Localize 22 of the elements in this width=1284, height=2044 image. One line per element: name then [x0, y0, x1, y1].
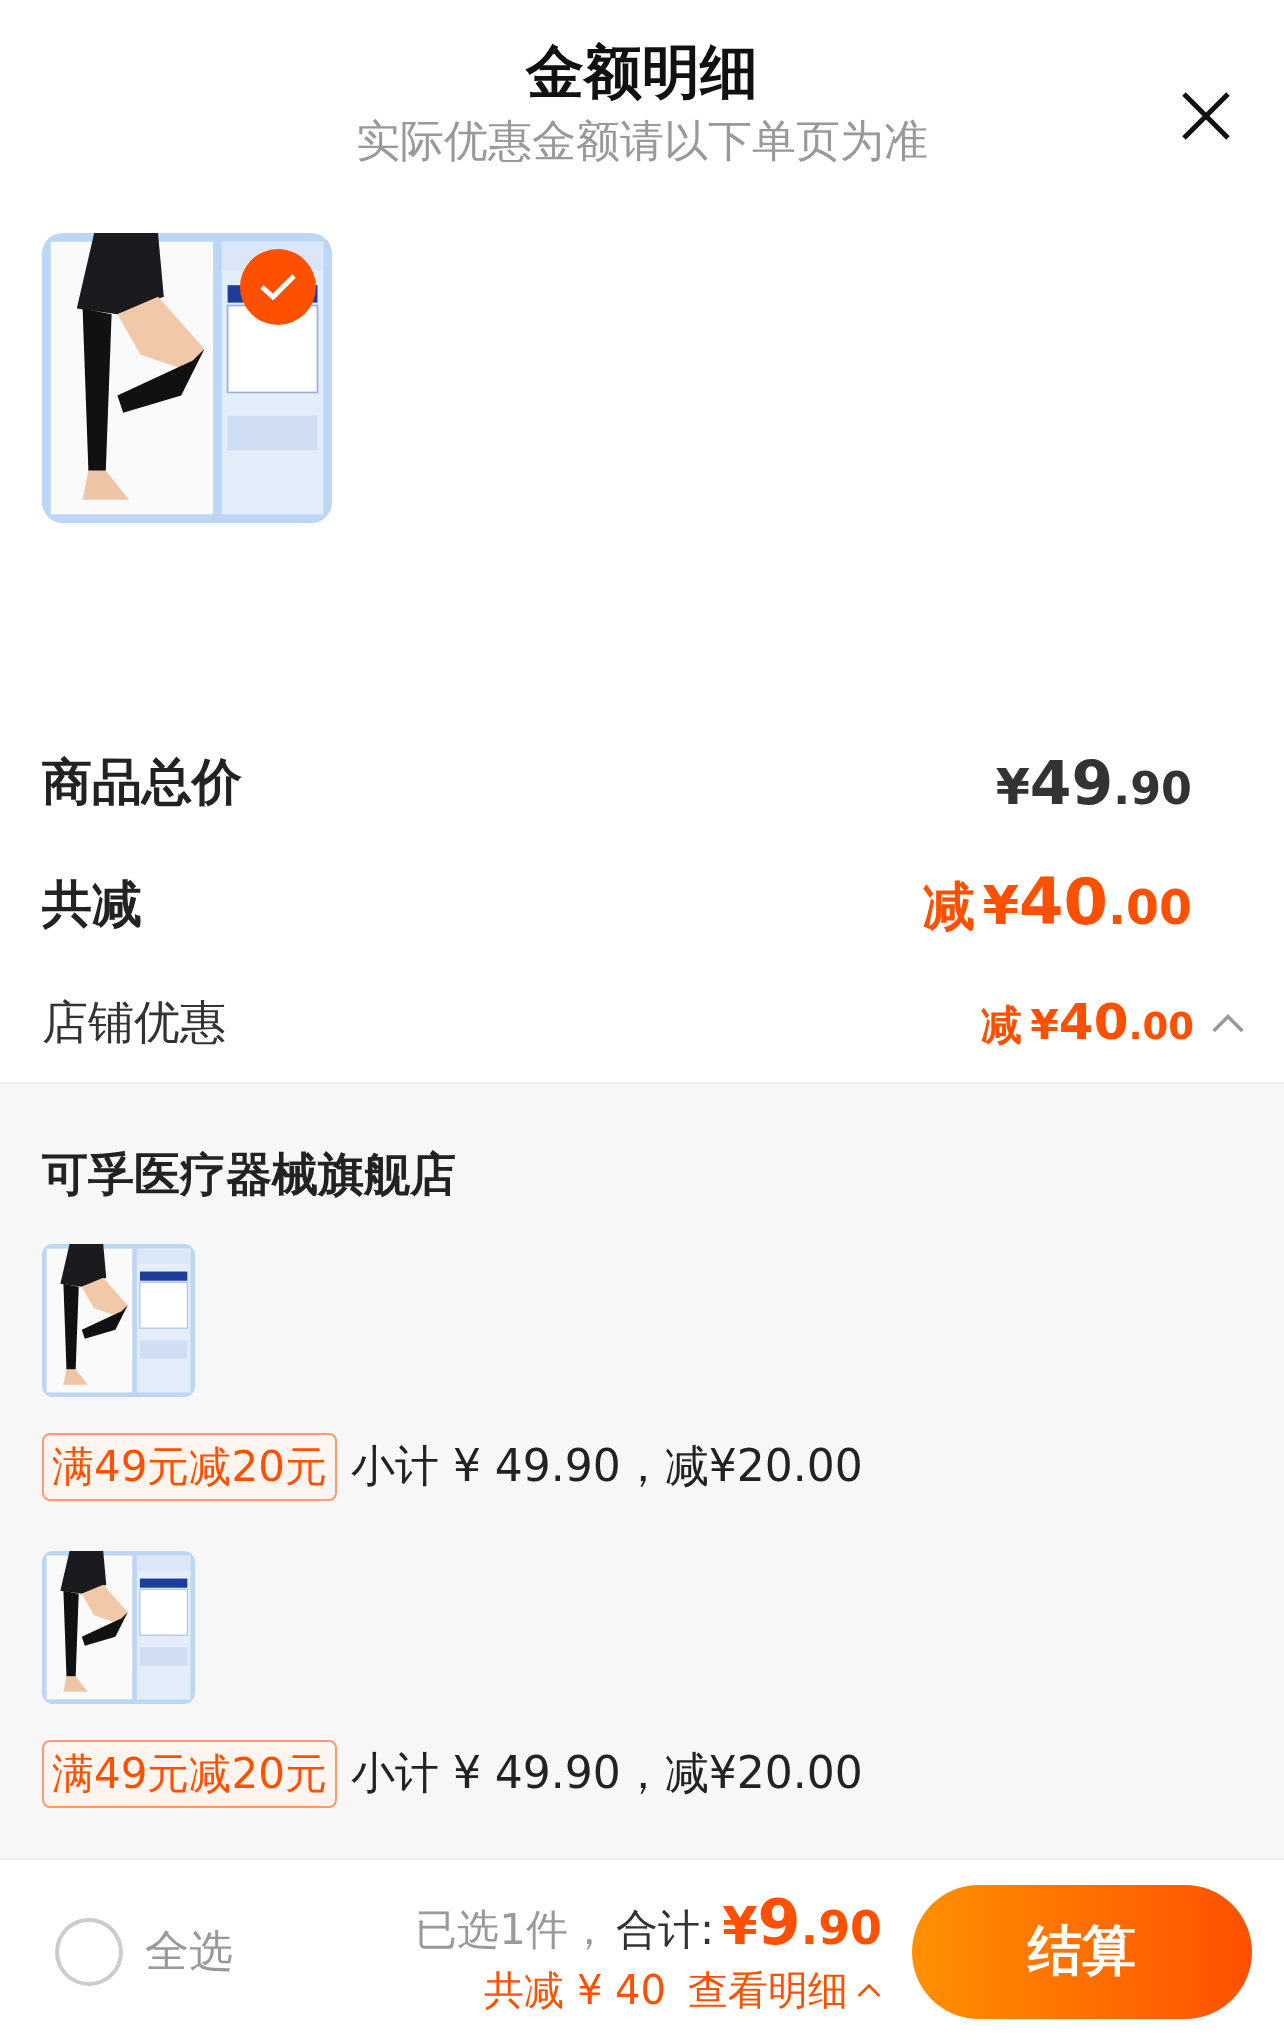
dialog-subtitle: 实际优惠金额请以下单页为准 — [356, 113, 928, 168]
coupon-tag: 满49元减20元 — [42, 1739, 337, 1808]
price-amount: ¥9.90 — [722, 1885, 882, 1959]
summary-label: 商品总价 — [42, 752, 242, 813]
summary-label: 共减 — [42, 873, 142, 935]
dialog-title: 金额明细 — [526, 38, 758, 108]
chevron-up-icon — [856, 1982, 882, 1999]
total-label: 合计: — [616, 1903, 715, 1956]
subtotal-text: 小计 ¥ 49.90，减¥20.00 — [350, 1746, 863, 1801]
store-name: 可孚医疗器械旗舰店 — [42, 1145, 457, 1203]
price-amount: 减 ¥40.00 — [981, 993, 1194, 1054]
select-all-label: 全选 — [145, 1924, 233, 1979]
coupon-tag: 满49元减20元 — [42, 1432, 337, 1501]
selected-count: 已选1件， — [415, 1903, 611, 1956]
discount-summary: 共减 ¥ 40 — [484, 1965, 666, 2015]
chevron-up-icon — [1210, 1012, 1246, 1035]
price-amount: ¥49.90 — [995, 747, 1192, 818]
price-amount: 减¥40.00 — [922, 865, 1192, 942]
details-link[interactable]: 查看明细 — [688, 1962, 882, 2018]
discount-label: 店铺优惠 — [42, 994, 226, 1052]
subtotal-text: 小计 ¥ 49.90，减¥20.00 — [350, 1439, 863, 1494]
checkout-button[interactable]: 结算 — [912, 1884, 1252, 2019]
